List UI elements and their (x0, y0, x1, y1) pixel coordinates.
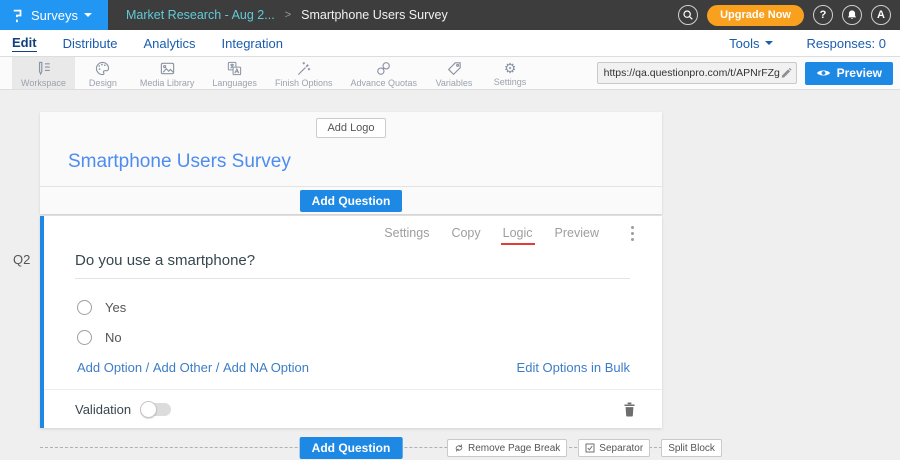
bell-icon (846, 9, 858, 21)
sync-icon (454, 443, 464, 453)
toolbar-item-design[interactable]: Design (75, 57, 131, 89)
edit-toolbar: Workspace Design Media Library Languages (0, 57, 900, 90)
breadcrumb-current: Smartphone Users Survey (301, 8, 448, 22)
avatar[interactable]: A (871, 5, 891, 25)
question-tab-copy[interactable]: Copy (451, 226, 480, 240)
chain-links-icon (375, 60, 392, 77)
palette-icon (94, 60, 111, 77)
responses-count[interactable]: Responses: 0 (807, 36, 887, 51)
survey-editor-canvas: Add Logo Smartphone Users Survey Add Que… (0, 90, 900, 459)
link-separator: / (212, 360, 223, 375)
search-icon (682, 9, 694, 21)
validation-toggle[interactable] (141, 403, 171, 416)
preview-button[interactable]: Preview (805, 62, 893, 85)
add-na-option-link[interactable]: Add NA Option (223, 360, 309, 375)
upgrade-now-button[interactable]: Upgrade Now (707, 5, 804, 26)
breadcrumb-parent[interactable]: Market Research - Aug 2... (126, 8, 275, 22)
notifications-button[interactable] (842, 5, 862, 25)
option-label[interactable]: Yes (105, 300, 126, 315)
toolbar-item-workspace[interactable]: Workspace (12, 57, 75, 89)
remove-page-break-button[interactable]: Remove Page Break (447, 439, 567, 457)
toolbar-item-advance-quotas[interactable]: Advance Quotas (341, 57, 426, 89)
breadcrumb: Market Research - Aug 2... > Smartphone … (126, 8, 448, 22)
question-number: Q2 (13, 252, 30, 267)
add-question-button-top[interactable]: Add Question (300, 190, 403, 212)
section-nav: Edit Distribute Analytics Integration To… (0, 30, 900, 57)
toolbar-item-settings[interactable]: ⚙ Settings (482, 57, 538, 89)
question-actions: Settings Copy Logic Preview (44, 216, 662, 250)
survey-url-input[interactable] (604, 67, 780, 79)
trash-icon (623, 402, 636, 417)
gear-icon: ⚙ (504, 61, 517, 76)
toolbar-item-finish-options[interactable]: Finish Options (266, 57, 342, 89)
add-logo-button[interactable]: Add Logo (316, 118, 385, 138)
nav-tab-edit[interactable]: Edit (12, 35, 37, 52)
question-text[interactable]: Do you use a smartphone? (75, 252, 630, 279)
question-tab-logic[interactable]: Logic (503, 226, 533, 240)
tools-menu[interactable]: Tools (729, 36, 772, 51)
split-block-button[interactable]: Split Block (661, 439, 722, 457)
help-button[interactable]: ? (813, 5, 833, 25)
checkbox-checked-icon (585, 443, 595, 453)
link-separator: / (142, 360, 153, 375)
question-tab-settings[interactable]: Settings (384, 226, 429, 240)
answer-option-row: Yes (44, 300, 662, 315)
toolbar-item-media-library[interactable]: Media Library (131, 57, 204, 89)
image-icon (159, 60, 176, 77)
kebab-menu-icon[interactable] (629, 224, 636, 243)
page-break-row: Add Question Remove Page Break Separator… (40, 437, 662, 459)
eye-icon (816, 68, 831, 78)
magic-wand-icon (295, 60, 312, 77)
nav-tab-analytics[interactable]: Analytics (143, 36, 195, 51)
question-tab-preview[interactable]: Preview (555, 226, 599, 240)
survey-url-box (597, 62, 797, 84)
add-question-button-bottom[interactable]: Add Question (300, 437, 403, 459)
pencil-list-icon (35, 60, 52, 77)
breadcrumb-separator: > (285, 9, 291, 21)
chevron-down-icon (84, 13, 92, 17)
add-option-link[interactable]: Add Option (77, 360, 142, 375)
edit-options-in-bulk-link[interactable]: Edit Options in Bulk (517, 360, 630, 375)
question-card: Settings Copy Logic Preview Do you use a… (40, 216, 662, 428)
topbar: Surveys Market Research - Aug 2... > Sma… (0, 0, 900, 30)
tools-label: Tools (729, 36, 759, 51)
answer-option-row: No (44, 330, 662, 345)
search-button[interactable] (678, 5, 698, 25)
toolbar-item-languages[interactable]: Languages (203, 57, 266, 89)
separator-button[interactable]: Separator (578, 439, 650, 457)
survey-title[interactable]: Smartphone Users Survey (68, 151, 662, 173)
questionpro-logo-icon (10, 6, 25, 25)
tag-icon (446, 60, 463, 77)
product-switcher-label: Surveys (31, 8, 78, 23)
survey-header-card: Add Logo Smartphone Users Survey Add Que… (40, 112, 662, 214)
app-menu[interactable]: Surveys (0, 0, 108, 30)
nav-tab-integration[interactable]: Integration (222, 36, 283, 51)
chevron-down-icon (765, 41, 773, 45)
translate-icon (226, 60, 243, 77)
nav-tab-distribute[interactable]: Distribute (63, 36, 118, 51)
option-label[interactable]: No (105, 330, 122, 345)
add-other-link[interactable]: Add Other (153, 360, 212, 375)
radio-button[interactable] (77, 330, 92, 345)
validation-label: Validation (75, 402, 131, 417)
edit-pencil-icon[interactable] (780, 67, 792, 79)
topbar-actions: Upgrade Now ? A (678, 5, 900, 26)
radio-button[interactable] (77, 300, 92, 315)
delete-question-button[interactable] (623, 402, 636, 417)
toolbar-item-variables[interactable]: Variables (426, 57, 482, 89)
